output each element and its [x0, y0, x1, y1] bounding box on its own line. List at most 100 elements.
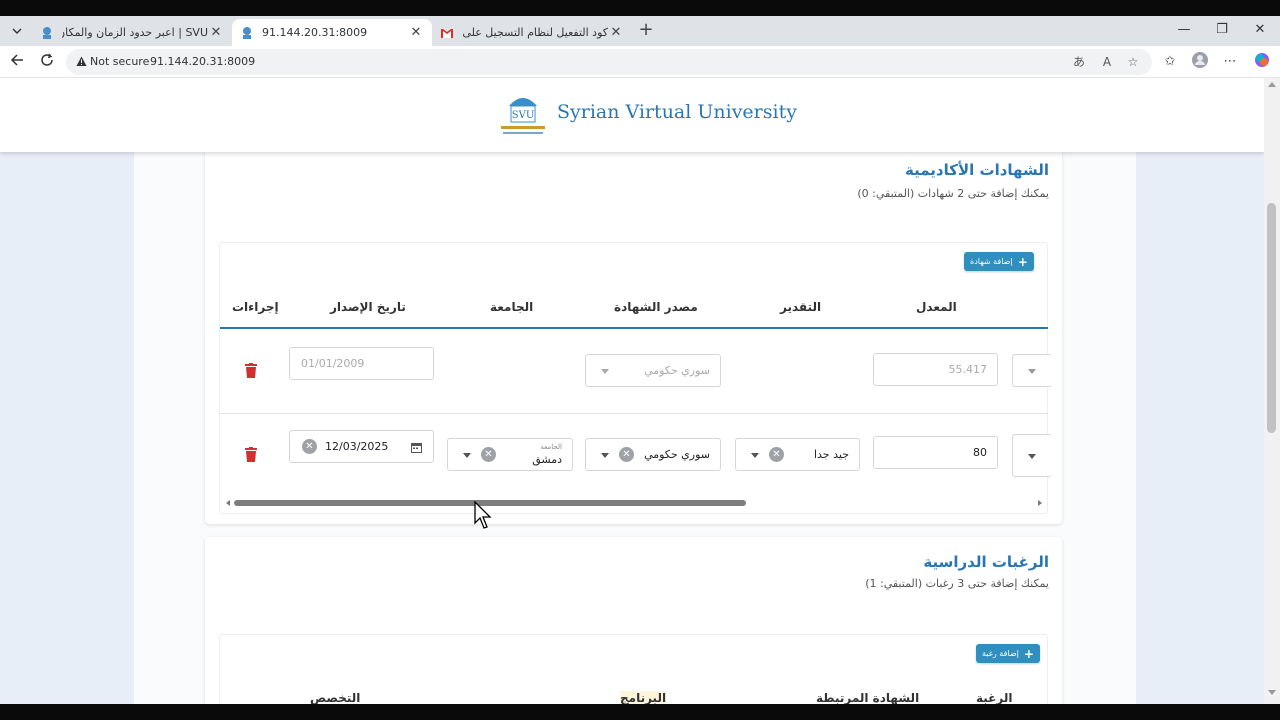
- col-program[interactable]: البرنامج: [620, 691, 667, 704]
- copilot-icon[interactable]: [1252, 52, 1272, 72]
- source-value: سوري حكومي: [644, 364, 710, 377]
- add-certificate-label: إضافة شهادة: [970, 257, 1013, 266]
- tab-active-portal[interactable]: 91.144.20.31:8009 ✕: [232, 19, 432, 46]
- average-value: 80: [973, 446, 987, 459]
- close-tab-icon[interactable]: ✕: [208, 25, 224, 40]
- page-viewport: SVU Syrian Virtual University الشهادات ا…: [0, 78, 1264, 704]
- profile-avatar-icon[interactable]: [1190, 52, 1210, 72]
- tab-title: 91.144.20.31:8009: [262, 26, 368, 39]
- tab-title: SVU | اعبر حدود الزمان والمكان: [62, 26, 208, 39]
- col-specialization[interactable]: التخصص: [310, 691, 360, 704]
- scroll-right-arrow-icon[interactable]: [1038, 500, 1042, 506]
- clear-icon[interactable]: ✕: [481, 447, 496, 462]
- chevron-down-icon: [1028, 369, 1036, 374]
- mouse-cursor-icon: [474, 501, 492, 529]
- university-value: دمشق: [532, 453, 562, 466]
- reload-button[interactable]: [36, 51, 58, 73]
- preferences-subtitle: يمكنك إضافة حتى 3 رغبات (المتبقي: 1): [865, 577, 1049, 590]
- page-background-right: [1136, 152, 1264, 704]
- source-value: سوري حكومي: [644, 448, 710, 461]
- add-certificate-button[interactable]: إضافة شهادة +: [964, 252, 1034, 271]
- scroll-left-arrow-icon[interactable]: [226, 500, 230, 506]
- plus-icon: +: [1017, 254, 1028, 269]
- certificates-title: الشهادات الأكاديمية: [905, 161, 1049, 179]
- back-button[interactable]: [6, 51, 28, 73]
- brand-name: Syrian Virtual University: [557, 101, 797, 123]
- col-issue-date[interactable]: تاريخ الإصدار: [330, 300, 406, 314]
- read-aloud-icon[interactable]: A: [1098, 53, 1116, 71]
- minimize-button[interactable]: —: [1174, 22, 1194, 37]
- close-tab-icon[interactable]: ✕: [408, 25, 424, 40]
- issue-date-value: 12/03/2025: [325, 440, 389, 453]
- col-linked-certificate[interactable]: الشهادة المرتبطة: [816, 691, 919, 704]
- tab-gmail[interactable]: كود التفعيل لنظام التسجيل على الـ ✕: [432, 19, 632, 46]
- address-bar-row: Not secure 91.144.20.31:8009 あ A ☆ ✩ ⋯: [0, 46, 1280, 78]
- average-input[interactable]: 55.417: [873, 353, 998, 386]
- university-floating-label: الجامعة: [540, 443, 562, 451]
- issue-date-input[interactable]: 01/01/2009: [289, 347, 434, 380]
- close-tab-icon[interactable]: ✕: [608, 25, 624, 40]
- clear-icon[interactable]: ✕: [769, 447, 784, 462]
- calendar-icon[interactable]: [411, 442, 422, 453]
- svg-text:SVU: SVU: [512, 110, 535, 121]
- tab-svu[interactable]: SVU | اعبر حدود الزمان والمكان ✕: [32, 19, 232, 46]
- more-menu-icon[interactable]: ⋯: [1220, 52, 1240, 72]
- tab-title: كود التفعيل لنظام التسجيل على الـ: [462, 26, 608, 39]
- arrow-left-icon: [10, 54, 23, 66]
- clear-icon[interactable]: ✕: [302, 439, 317, 454]
- plus-icon: +: [1023, 646, 1034, 661]
- reload-icon: [41, 53, 53, 66]
- omnibox[interactable]: Not secure 91.144.20.31:8009 あ A ☆: [66, 49, 1152, 75]
- tab-strip: SVU | اعبر حدود الزمان والمكان ✕ 91.144.…: [0, 16, 1280, 46]
- col-grade[interactable]: التقدير: [780, 300, 821, 314]
- svu-favicon-icon: [243, 26, 251, 39]
- certificates-subtitle: يمكنك إضافة حتى 2 شهادات (المتبقي: 0): [857, 187, 1049, 200]
- page-background-left: [0, 152, 134, 704]
- bottom-frame: [0, 704, 1280, 720]
- table-header-underline: [220, 327, 1048, 329]
- security-label[interactable]: Not secure: [90, 55, 149, 68]
- restore-button[interactable]: ❐: [1212, 22, 1232, 37]
- grade-value: جيد جدا: [813, 448, 849, 461]
- preferences-title: الرغبات الدراسية: [923, 553, 1049, 571]
- chevron-down-icon: [463, 453, 471, 458]
- translate-icon[interactable]: あ: [1070, 53, 1088, 71]
- top-frame: [0, 0, 1280, 16]
- chevron-down-icon: [12, 28, 22, 34]
- page-scrollbar-thumb[interactable]: [1267, 203, 1276, 433]
- certificate-type-select[interactable]: [1012, 434, 1052, 477]
- table-horizontal-scrollbar[interactable]: [220, 497, 1048, 509]
- delete-trash-icon[interactable]: [245, 363, 257, 378]
- new-tab-button[interactable]: +: [636, 20, 656, 40]
- tab-list-button[interactable]: [6, 20, 28, 42]
- delete-trash-icon[interactable]: [245, 447, 257, 462]
- scroll-up-arrow-icon[interactable]: [1268, 82, 1276, 87]
- scroll-down-arrow-icon[interactable]: [1268, 690, 1276, 695]
- university-select[interactable]: الجامعة دمشق ✕: [447, 438, 573, 471]
- col-average[interactable]: المعدل: [916, 300, 957, 314]
- add-preference-button[interactable]: إضافة رغبة +: [976, 644, 1040, 663]
- chevron-down-icon: [751, 453, 759, 458]
- average-value: 55.417: [948, 363, 988, 376]
- source-select[interactable]: سوري حكومي ✕: [585, 438, 721, 471]
- favorites-icon[interactable]: ✩: [1160, 52, 1180, 72]
- page-vertical-scrollbar[interactable]: [1264, 78, 1280, 704]
- average-input[interactable]: 80: [873, 436, 998, 469]
- grade-select[interactable]: جيد جدا ✕: [735, 438, 860, 471]
- col-preference[interactable]: الرغبة: [976, 691, 1012, 704]
- clear-icon[interactable]: ✕: [619, 447, 634, 462]
- warning-icon: [76, 56, 87, 66]
- col-actions[interactable]: إجراءات: [232, 300, 279, 314]
- source-select[interactable]: سوري حكومي: [585, 354, 721, 387]
- favorite-star-icon[interactable]: ☆: [1124, 53, 1142, 71]
- chevron-down-icon: [601, 453, 609, 458]
- issue-date-input[interactable]: ✕ 12/03/2025: [289, 430, 434, 463]
- add-preference-label: إضافة رغبة: [982, 649, 1019, 658]
- gmail-icon: [441, 28, 453, 38]
- close-window-button[interactable]: ✕: [1250, 22, 1270, 37]
- col-source[interactable]: مصدر الشهادة: [614, 300, 698, 314]
- col-university[interactable]: الجامعة: [490, 300, 533, 314]
- url-text[interactable]: 91.144.20.31:8009: [150, 55, 255, 68]
- certificate-type-select[interactable]: [1012, 354, 1052, 387]
- site-header: SVU Syrian Virtual University: [0, 78, 1264, 152]
